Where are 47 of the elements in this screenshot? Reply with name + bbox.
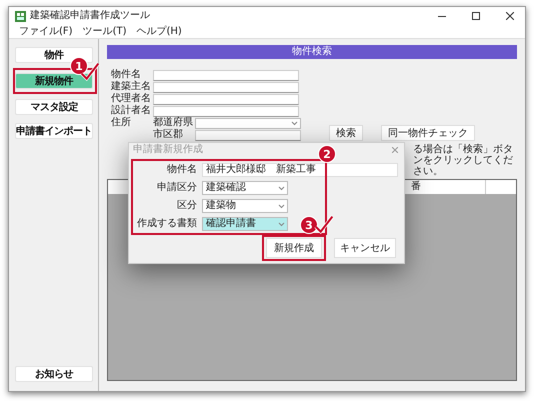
notice-button[interactable]: お知らせ — [15, 366, 93, 382]
dropdown-caret-icon — [291, 120, 298, 126]
field-label: 代理者名 — [111, 93, 152, 104]
dialog-title: 申請書新規作成 — [133, 144, 203, 155]
window-title: 建築確認申請書作成ツール — [30, 10, 151, 22]
dropdown-caret-icon — [278, 204, 285, 208]
dropdown[interactable]: 確認申請書 — [202, 217, 288, 231]
close-icon[interactable] — [506, 12, 514, 20]
input-field[interactable] — [195, 130, 301, 140]
dropdown-caret-icon — [278, 222, 285, 226]
menu-item[interactable]: ツール(T) — [82, 26, 126, 38]
input-field[interactable] — [153, 106, 299, 116]
field-label: 都道府県 — [153, 117, 194, 128]
check-mark-icon — [314, 215, 334, 235]
dropdown[interactable]: 建築物 — [202, 199, 288, 213]
sidebar-button[interactable]: 物件 — [15, 47, 93, 63]
check-mark-icon — [80, 62, 100, 82]
action-button[interactable]: 検索 — [329, 125, 363, 141]
field-label: 住所 — [111, 117, 132, 129]
sidebar-button[interactable]: 新規物件 — [15, 73, 93, 89]
column-header: 番 — [407, 180, 486, 194]
field-label: 建築主名 — [111, 81, 152, 92]
sidebar-button[interactable]: マスタ設定 — [15, 99, 93, 115]
field-label: 物件名 — [111, 69, 142, 80]
section-header: 物件検索 — [107, 45, 517, 59]
dropdown[interactable]: 建築確認 — [202, 181, 288, 195]
input-field[interactable]: 福井大郎様邸 新築工事 — [202, 163, 398, 177]
maximize-icon[interactable] — [472, 12, 480, 20]
field-label: 設計者名 — [111, 105, 152, 116]
field-label: 物件名 — [166, 164, 197, 176]
field-label: 作成する書類 — [136, 218, 197, 230]
input-field[interactable] — [153, 70, 299, 80]
field-label: 申請区分 — [156, 182, 197, 194]
dialog-button[interactable]: 新規作成 — [266, 238, 322, 258]
menu-item[interactable]: ヘルプ(H) — [136, 26, 182, 38]
input-field[interactable] — [153, 82, 299, 92]
menu-item[interactable]: ファイル(F) — [19, 26, 73, 38]
app-icon — [15, 10, 26, 22]
input-field[interactable] — [153, 94, 299, 104]
sidebar-button[interactable]: 申請書インポート — [15, 123, 93, 139]
hint-text: る場合は「検索」ボタンをクリックしてください。 — [413, 144, 514, 177]
dropdown-caret-icon — [278, 186, 285, 190]
dialog-button[interactable]: キャンセル — [334, 238, 396, 258]
prefecture-dropdown[interactable] — [195, 118, 301, 128]
field-label: 区分 — [176, 200, 197, 212]
field-label: 市区郡 — [153, 129, 184, 141]
action-button[interactable]: 同一物件チェック — [381, 125, 475, 141]
